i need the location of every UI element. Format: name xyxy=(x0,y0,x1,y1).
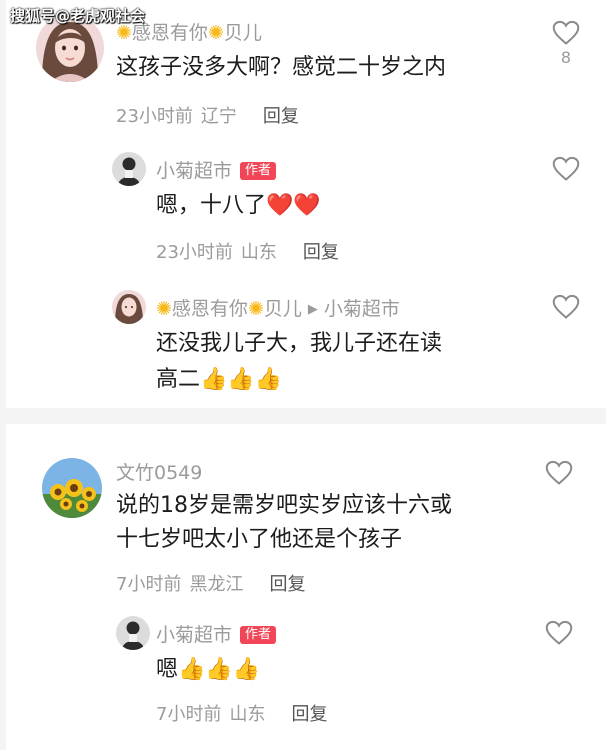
reply-meta: 23小时前 山东 回复 xyxy=(156,238,339,264)
reply-button[interactable]: 回复 xyxy=(291,704,327,725)
reply-text: 嗯👍👍👍 xyxy=(156,657,261,682)
reply-button[interactable]: 回复 xyxy=(303,242,339,263)
heart-outline-icon xyxy=(552,294,580,319)
like-button[interactable] xyxy=(544,620,574,646)
reply-meta: 7小时前 山东 回复 xyxy=(156,700,327,726)
heart-outline-icon xyxy=(552,20,580,45)
like-count: 8 xyxy=(560,48,572,67)
reply-button[interactable]: 回复 xyxy=(263,106,299,127)
heart-outline-icon xyxy=(552,156,580,181)
reply-author[interactable]: 小菊超市 作者 xyxy=(156,620,277,647)
reply-text-line-2: 高二👍👍👍 xyxy=(156,367,283,392)
reply-location: 山东 xyxy=(229,704,266,725)
comment-time: 23小时前 xyxy=(116,106,193,127)
reply-author[interactable]: 小菊超市 作者 xyxy=(156,156,277,183)
sun-emoji-icon: ✺ xyxy=(207,22,224,44)
sun-emoji-icon: ✺ xyxy=(156,298,172,320)
avatar-user[interactable] xyxy=(42,458,102,518)
like-button[interactable] xyxy=(551,156,581,182)
triangle-right-icon: ▶ xyxy=(307,302,318,317)
author-badge: 作者 xyxy=(240,626,277,644)
comment-text-line-2: 十七岁吧太小了他还是个孩子 xyxy=(116,527,403,552)
comment-thread-1: ✺感恩有你✺贝儿 这孩子没多大啊？感觉二十岁之内 23小时前 辽宁 回复 8 小菊超… xyxy=(6,0,606,408)
comment-meta: 23小时前 辽宁 回复 xyxy=(116,102,299,128)
avatar-author[interactable] xyxy=(116,616,150,650)
reply-time: 23小时前 xyxy=(156,242,233,263)
avatar-sunflower-icon xyxy=(42,458,102,518)
reply-button[interactable]: 回复 xyxy=(269,574,305,595)
reply-time: 7小时前 xyxy=(156,704,222,725)
comment-location: 辽宁 xyxy=(200,106,237,127)
avatar-author[interactable] xyxy=(112,152,146,186)
reply-author[interactable]: ✺感恩有你✺贝儿 ▶ 小菊超市 xyxy=(156,294,400,321)
heart-outline-icon xyxy=(545,460,573,485)
comment-author[interactable]: 文竹0549 xyxy=(116,458,202,485)
reply-location: 山东 xyxy=(240,242,277,263)
sun-emoji-icon: ✺ xyxy=(247,298,264,320)
reply-to-user[interactable]: 小菊超市 xyxy=(324,298,400,320)
like-button[interactable] xyxy=(544,460,574,486)
avatar-author-icon xyxy=(116,616,150,650)
watermark: 搜狐号@老虎观社会 xyxy=(10,7,146,25)
comment-text: 这孩子没多大啊？感觉二十岁之内 xyxy=(116,55,447,80)
avatar-user[interactable] xyxy=(112,290,146,324)
like-button[interactable] xyxy=(551,294,581,320)
comment-location: 黑龙江 xyxy=(189,574,244,595)
avatar-author-icon xyxy=(112,152,146,186)
like-button[interactable]: 8 xyxy=(551,20,581,67)
reply-text-line-1: 还没我儿子大，我儿子还在读 xyxy=(156,331,443,356)
comment-time: 7小时前 xyxy=(116,574,182,595)
avatar-girl-icon xyxy=(112,290,146,324)
comment-thread-2: 文竹0549 说的18岁是需岁吧实岁应该十六或 十七岁吧太小了他还是个孩子 7小… xyxy=(6,424,606,750)
reply-text: 嗯，十八了❤️❤️ xyxy=(156,193,321,218)
author-badge: 作者 xyxy=(240,162,277,180)
heart-outline-icon xyxy=(545,620,573,645)
comment-meta: 7小时前 黑龙江 回复 xyxy=(116,570,305,596)
